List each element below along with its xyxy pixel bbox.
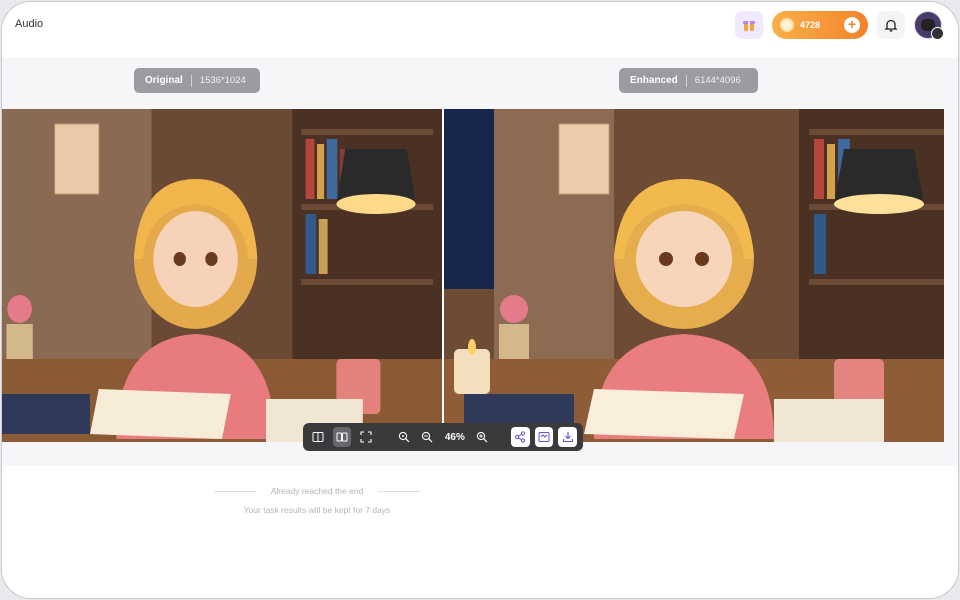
enhanced-resolution: 6144*4096 [694, 75, 741, 86]
split-view-icon [312, 432, 324, 442]
share-button[interactable] [510, 427, 530, 447]
split-view-button[interactable] [309, 427, 328, 447]
coin-icon [780, 18, 794, 32]
end-text: Already reached the end [270, 486, 364, 496]
notifications-button[interactable] [877, 11, 905, 39]
download-icon [562, 432, 573, 443]
gift-icon [743, 21, 755, 31]
bell-icon [884, 19, 898, 32]
original-label-text: Original [145, 75, 183, 86]
image-toolbar: 46% [303, 423, 583, 451]
zoom-in-button[interactable] [473, 427, 492, 447]
gift-button[interactable] [735, 11, 763, 39]
fullscreen-button[interactable] [356, 427, 375, 447]
original-resolution: 1536*1024 [199, 75, 246, 86]
app-window: Audio 4728 + Original 1536*1024 Enhanced… [1, 1, 959, 599]
credits-button[interactable]: 4728 + [772, 11, 868, 39]
compare-area: Original 1536*1024 Enhanced 6144*4096 46… [2, 58, 958, 466]
header-actions: 4728 + [735, 11, 944, 40]
app-title: Audio [15, 18, 44, 30]
retention-notice: Your task results will be kept for 7 day… [243, 505, 391, 515]
enhanced-label-text: Enhanced [630, 75, 678, 86]
share-icon [515, 431, 526, 443]
avatar-badge [931, 27, 944, 40]
zoom-out-icon [422, 431, 433, 443]
enhanced-label: Enhanced 6144*4096 [619, 68, 758, 93]
compare-button[interactable] [534, 427, 554, 447]
side-by-side-button[interactable] [332, 427, 352, 447]
avatar[interactable] [914, 11, 944, 40]
enhanced-image[interactable] [444, 109, 944, 442]
original-image[interactable] [2, 109, 442, 442]
zoom-in-icon [477, 431, 488, 443]
zoom-out-button[interactable] [418, 427, 437, 447]
zoom-fit-icon [398, 431, 410, 443]
credits-count: 4728 [800, 20, 821, 30]
fullscreen-icon [360, 431, 372, 443]
side-by-side-icon [336, 432, 348, 442]
original-label: Original 1536*1024 [134, 68, 260, 93]
download-button[interactable] [558, 427, 578, 447]
compare-icon [538, 432, 550, 442]
zoom-fit-button[interactable] [394, 427, 413, 447]
zoom-level: 46% [444, 431, 465, 443]
top-bar: Audio 4728 + [2, 2, 958, 58]
end-of-list-indicator: Already reached the end [214, 486, 420, 497]
plus-icon[interactable]: + [844, 17, 860, 33]
